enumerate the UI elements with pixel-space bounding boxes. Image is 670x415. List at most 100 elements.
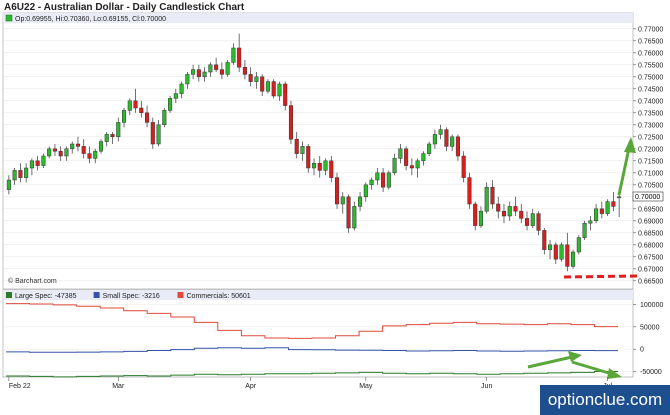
candle xyxy=(386,170,391,190)
candle-body xyxy=(605,201,610,214)
candle xyxy=(334,172,340,209)
price-tick-label: 0.67500 xyxy=(638,254,663,261)
candle-body xyxy=(381,172,386,188)
candle-body xyxy=(317,162,322,171)
candle-body xyxy=(450,136,455,147)
candle-body xyxy=(340,196,345,205)
candle xyxy=(576,235,581,255)
candle-body xyxy=(242,66,247,75)
candle-body xyxy=(358,196,363,207)
price-tick-label: 0.66500 xyxy=(638,278,663,285)
price-tick-label: 0.70500 xyxy=(638,182,663,189)
candle-body xyxy=(444,129,449,147)
candle-body xyxy=(427,143,432,154)
candle-body xyxy=(392,158,397,174)
candle-body xyxy=(139,107,144,114)
legend-swatch xyxy=(93,292,100,298)
candle-body xyxy=(300,146,305,154)
candle-body xyxy=(375,172,380,181)
candle-body xyxy=(70,143,75,150)
candle xyxy=(168,96,173,113)
price-tick-label: 0.71500 xyxy=(638,158,663,165)
cot-tick-label: 50000 xyxy=(640,324,660,331)
candle-body xyxy=(64,148,69,157)
price-tick-label: 0.77000 xyxy=(638,26,663,33)
candle-body xyxy=(150,122,155,145)
candle-body xyxy=(168,98,173,111)
price-tick-label: 0.69500 xyxy=(638,206,663,213)
candle-body xyxy=(490,186,495,205)
candle xyxy=(225,60,230,77)
price-y-axis: 0.77000 0.76500 0.76000 0.75500 0.75000 0.745… xyxy=(633,26,663,285)
candle-body xyxy=(501,210,507,217)
candle-body xyxy=(588,220,593,224)
candle-body xyxy=(519,210,524,219)
candle-body xyxy=(185,74,190,85)
candle xyxy=(265,79,270,94)
candle-body xyxy=(81,146,86,154)
candle-body xyxy=(542,230,547,250)
candle-body xyxy=(52,148,57,152)
candle-body xyxy=(121,110,127,123)
candle-body xyxy=(133,100,138,109)
candle xyxy=(559,242,564,262)
candle-body xyxy=(196,69,201,78)
price-tick-label: 0.68500 xyxy=(638,230,663,237)
candle-body xyxy=(496,203,501,212)
candle-body xyxy=(208,64,213,73)
candle-body xyxy=(47,148,52,157)
price-tick-label: 0.68000 xyxy=(638,242,663,249)
candle-body xyxy=(231,47,236,63)
candle-body xyxy=(478,210,483,226)
candle xyxy=(41,153,46,168)
cot-tick-label: 100000 xyxy=(640,302,663,309)
candle-body xyxy=(455,136,460,157)
candle-body xyxy=(173,93,178,99)
candle-body xyxy=(311,162,317,169)
candle-body xyxy=(571,251,576,267)
candle-body xyxy=(87,153,92,159)
candle-body xyxy=(559,244,564,260)
price-tick-label: 0.74000 xyxy=(638,98,663,105)
cot-legend: Large Spec: -47385 Small Spec: -3216 Comme… xyxy=(6,292,251,300)
chart-svg: A6U22 - Australian Dollar - Daily Candle… xyxy=(2,2,663,390)
candle-body xyxy=(127,100,132,111)
candle-body xyxy=(288,105,294,140)
candle xyxy=(288,100,294,144)
candle-body xyxy=(214,64,219,70)
last-price-label: 0.70000 xyxy=(635,194,660,201)
candle-body xyxy=(110,134,115,138)
candle xyxy=(162,108,167,128)
candle xyxy=(427,141,432,156)
candle-body xyxy=(369,179,374,186)
candle-body xyxy=(536,213,541,231)
candle-body xyxy=(599,208,604,214)
candle-body xyxy=(265,81,270,92)
candle-body xyxy=(565,244,570,267)
candle-body xyxy=(75,143,80,147)
price-tick-label: 0.74500 xyxy=(638,86,663,93)
candle-body xyxy=(225,62,230,75)
chart-stage: A6U22 - Australian Dollar - Daily Candle… xyxy=(0,0,670,415)
candle xyxy=(150,117,155,149)
candle-body xyxy=(116,122,121,138)
candle-body xyxy=(421,153,426,162)
candle-body xyxy=(432,134,437,145)
candle-body xyxy=(530,213,535,226)
candle-body xyxy=(191,69,196,75)
candle-body xyxy=(271,81,276,97)
candle-body xyxy=(524,218,530,226)
candle-body xyxy=(617,196,622,199)
candle-body xyxy=(145,112,150,123)
legend-label: Commercials: 50601 xyxy=(187,293,251,300)
candle-body xyxy=(237,47,242,68)
candle xyxy=(484,182,489,214)
legend-label: Small Spec: -3216 xyxy=(103,293,160,300)
candle-body xyxy=(93,150,98,159)
candle-body xyxy=(438,129,443,135)
candle-body xyxy=(254,76,259,82)
price-tick-label: 0.72000 xyxy=(638,146,663,153)
price-tick-label: 0.73000 xyxy=(638,122,663,129)
brand-text: optionclue.com xyxy=(547,390,663,409)
candle-body xyxy=(24,167,29,178)
